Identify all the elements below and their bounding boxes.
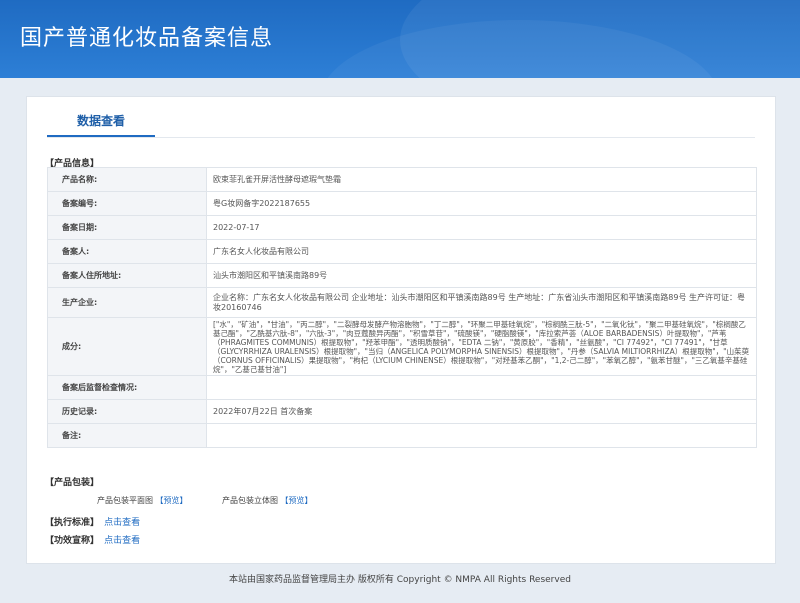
claims-label: 【功效宣称】 [45, 536, 100, 546]
row-label: 产品名称: [47, 167, 207, 192]
content-panel: 数据查看 【产品信息】 产品名称: 欧束菲孔雀开屏活性酵母遮瑕气垫霜 备案编号:… [26, 96, 776, 564]
row-label: 历史记录: [47, 399, 207, 424]
row-value [206, 423, 757, 448]
row-label: 备案人: [47, 239, 207, 264]
product-info-table: 产品名称: 欧束菲孔雀开屏活性酵母遮瑕气垫霜 备案编号: 粤G妆网备字20221… [47, 167, 757, 448]
standard-label: 【执行标准】 [45, 518, 100, 528]
row-value: 广东名女人化妆品有限公司 [206, 239, 757, 264]
table-row: 备注: [47, 423, 757, 448]
packaging-flat-preview-link[interactable]: 【预览】 [156, 496, 188, 505]
row-value: 欧束菲孔雀开屏活性酵母遮瑕气垫霜 [206, 167, 757, 192]
packaging-flat: 产品包装平面图 【预览】 [97, 495, 188, 506]
table-row: 历史记录: 2022年07月22日 首次备案 [47, 399, 757, 424]
section-standard: 【执行标准】 点击查看 [45, 515, 140, 528]
packaging-solid-preview-link[interactable]: 【预览】 [281, 496, 313, 505]
table-row: 备案人: 广东名女人化妆品有限公司 [47, 239, 757, 264]
claims-view-link[interactable]: 点击查看 [104, 536, 140, 546]
tab-bar: 数据查看 [47, 97, 755, 138]
page-header: 国产普通化妆品备案信息 [0, 0, 800, 78]
section-packaging: 【产品包装】 [45, 478, 100, 488]
table-row: 备案编号: 粤G妆网备字2022187655 [47, 191, 757, 216]
row-value [206, 375, 757, 400]
standard-view-link[interactable]: 点击查看 [104, 518, 140, 528]
row-label: 备案人住所地址: [47, 263, 207, 288]
row-label: 备案后监督检查情况: [47, 375, 207, 400]
row-value: 汕头市潮阳区和平镇溪南路89号 [206, 263, 757, 288]
tab-data-view[interactable]: 数据查看 [47, 97, 155, 137]
table-row: 生产企业: 企业名称：广东名女人化妆品有限公司 企业地址：汕头市潮阳区和平镇溪南… [47, 287, 757, 318]
row-value: 2022年07月22日 首次备案 [206, 399, 757, 424]
row-label: 备案日期: [47, 215, 207, 240]
row-label: 备案编号: [47, 191, 207, 216]
section-claims: 【功效宣称】 点击查看 [45, 533, 140, 546]
page-footer: 本站由国家药品监督管理局主办 版权所有 Copyright © NMPA All… [229, 575, 571, 585]
table-row: 备案后监督检查情况: [47, 375, 757, 400]
table-row: 备案日期: 2022-07-17 [47, 215, 757, 240]
packaging-solid: 产品包装立体图 【预览】 [222, 495, 313, 506]
row-value: 企业名称：广东名女人化妆品有限公司 企业地址：汕头市潮阳区和平镇溪南路89号 生… [206, 287, 757, 318]
row-label: 生产企业: [47, 287, 207, 318]
table-row: 成分: ["水"，"矿油"，"甘油"，"丙二醇"，"二裂酵母发酵产物溶胞物"，"… [47, 317, 757, 376]
row-value: 粤G妆网备字2022187655 [206, 191, 757, 216]
packaging-flat-label: 产品包装平面图 [97, 496, 153, 505]
table-row: 备案人住所地址: 汕头市潮阳区和平镇溪南路89号 [47, 263, 757, 288]
table-row: 产品名称: 欧束菲孔雀开屏活性酵母遮瑕气垫霜 [47, 167, 757, 192]
packaging-solid-label: 产品包装立体图 [222, 496, 278, 505]
row-label: 成分: [47, 317, 207, 376]
row-value: ["水"，"矿油"，"甘油"，"丙二醇"，"二裂酵母发酵产物溶胞物"，"丁二醇"… [206, 317, 757, 376]
row-label: 备注: [47, 423, 207, 448]
row-value: 2022-07-17 [206, 215, 757, 240]
header-title: 国产普通化妆品备案信息 [20, 26, 274, 51]
